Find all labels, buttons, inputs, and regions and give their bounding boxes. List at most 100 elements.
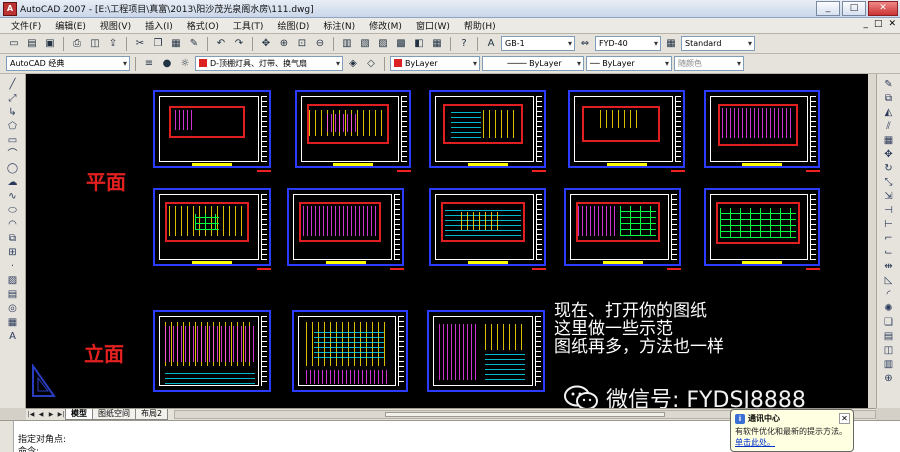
publish-icon[interactable]: ⇪ (105, 36, 121, 52)
dim-style-select[interactable]: FYD-40 (595, 36, 661, 51)
properties-icon[interactable]: ▤ (881, 330, 897, 343)
offset-icon[interactable]: ⫽ (881, 120, 897, 133)
layer-manager-icon[interactable]: ≡ (141, 56, 157, 72)
trim-icon[interactable]: ⊣ (881, 204, 897, 217)
circle-icon[interactable]: ◯ (5, 162, 21, 175)
point-icon[interactable]: · (5, 260, 21, 273)
properties-palette-icon[interactable]: ▥ (339, 36, 355, 52)
break-icon[interactable]: ⌙ (881, 246, 897, 259)
join-icon[interactable]: ⇹ (881, 260, 897, 273)
drawing-sheet[interactable] (429, 188, 546, 266)
drawing-sheet[interactable] (564, 188, 681, 266)
first-tab-button[interactable]: |◀ (26, 410, 36, 420)
autocad-app-icon[interactable]: A (3, 1, 17, 16)
menu-dimension[interactable]: 标注(N) (316, 19, 362, 32)
design-center-icon[interactable]: ▧ (357, 36, 373, 52)
drawing-sheet[interactable] (153, 90, 271, 168)
extend-icon[interactable]: ⊢ (881, 218, 897, 231)
calculator-icon[interactable]: ▦ (429, 36, 445, 52)
revcloud-icon[interactable]: ☁ (5, 176, 21, 189)
drawing-sheet[interactable] (704, 90, 820, 168)
open-file-icon[interactable]: ▤ (24, 36, 40, 52)
pan-icon[interactable]: ✥ (258, 36, 274, 52)
rotate-icon[interactable]: ↻ (881, 162, 897, 175)
menu-draw[interactable]: 绘图(D) (270, 19, 316, 32)
minimize-button[interactable]: _ (816, 1, 840, 16)
doc-restore-button[interactable]: □ (874, 19, 883, 29)
copy-clip-icon[interactable]: ❐ (150, 36, 166, 52)
menu-insert[interactable]: 插入(I) (138, 19, 180, 32)
rectangle-icon[interactable]: ▭ (5, 134, 21, 147)
menu-modify[interactable]: 修改(M) (362, 19, 409, 32)
chamfer-icon[interactable]: ◺ (881, 274, 897, 287)
doc-minimize-button[interactable]: _ (863, 19, 868, 29)
break-point-icon[interactable]: ⌐ (881, 232, 897, 245)
maximize-button[interactable]: □ (842, 1, 866, 16)
zoom-realtime-icon[interactable]: ⊕ (276, 36, 292, 52)
layer-icon[interactable]: ◫ (881, 344, 897, 357)
stretch-icon[interactable]: ⇲ (881, 190, 897, 203)
drawing-sheet[interactable] (287, 188, 404, 266)
next-tab-button[interactable]: ▶ (46, 410, 56, 420)
drawing-sheet[interactable] (292, 310, 408, 392)
polyline-icon[interactable]: ↳ (5, 106, 21, 119)
balloon-link[interactable]: 单击此处。 (735, 437, 849, 448)
drawing-sheet[interactable] (568, 90, 685, 168)
command-prompt[interactable]: 命令: (18, 444, 39, 452)
drawing-sheet[interactable] (153, 188, 271, 266)
color-select[interactable]: ByLayer (390, 56, 480, 71)
balloon-close-button[interactable]: ✕ (839, 413, 850, 424)
markup-icon[interactable]: ◧ (411, 36, 427, 52)
zoom-previous-icon[interactable]: ⊖ (312, 36, 328, 52)
save-icon[interactable]: ▣ (42, 36, 58, 52)
copy-icon[interactable]: ⧉ (881, 92, 897, 105)
cut-icon[interactable]: ✂ (132, 36, 148, 52)
scale-icon[interactable]: ⤡ (881, 176, 897, 189)
layer-select[interactable]: D-顶棚灯具、灯带、换气扇 (195, 56, 343, 71)
plot-icon[interactable]: ⎙ (69, 36, 85, 52)
drawing-canvas[interactable]: 平面 立面 现在、打开你的图纸 这里做一些示范 图纸再多，方法也一样 微信号: … (26, 74, 878, 408)
draworder-icon[interactable]: ❏ (881, 316, 897, 329)
ellipse-icon[interactable]: ⬭ (5, 204, 21, 217)
match-properties-icon[interactable]: ✎ (186, 36, 202, 52)
make-block-icon[interactable]: ⊞ (5, 246, 21, 259)
ellipse-arc-icon[interactable]: ◠ (5, 218, 21, 231)
hatch-icon[interactable]: ▨ (5, 274, 21, 287)
drawing-sheet[interactable] (427, 310, 545, 392)
help-icon[interactable]: ? (456, 36, 472, 52)
vertical-scrollbar[interactable] (868, 74, 876, 408)
plot-preview-icon[interactable]: ◫ (87, 36, 103, 52)
tab-paper-space[interactable]: 图纸空间 (92, 409, 136, 420)
drawing-sheet[interactable] (429, 90, 546, 168)
erase-icon[interactable]: ✎ (881, 78, 897, 91)
redo-icon[interactable]: ↷ (231, 36, 247, 52)
lineweight-select[interactable]: ── ByLayer (586, 56, 672, 71)
command-grip[interactable] (0, 421, 14, 452)
table-icon[interactable]: ▦ (5, 316, 21, 329)
region-icon[interactable]: ◎ (5, 302, 21, 315)
linetype-select[interactable]: ──── ByLayer (482, 56, 584, 71)
paste-icon[interactable]: ▦ (168, 36, 184, 52)
gradient-icon[interactable]: ▤ (5, 288, 21, 301)
menu-view[interactable]: 视图(V) (93, 19, 138, 32)
close-button[interactable]: ✕ (868, 1, 898, 16)
drawing-sheet[interactable] (153, 310, 271, 392)
undo-icon[interactable]: ↶ (213, 36, 229, 52)
drawing-sheet[interactable] (295, 90, 411, 168)
workspace-select[interactable]: AutoCAD 经典 (6, 56, 130, 71)
mtext-icon[interactable]: A (5, 330, 21, 343)
scroll-thumb[interactable] (385, 412, 666, 417)
layer-previous-icon[interactable]: ◇ (363, 56, 379, 72)
insert-block-icon[interactable]: ⧉ (5, 232, 21, 245)
tab-layout2[interactable]: 布局2 (135, 409, 169, 420)
match-icon[interactable]: ▥ (881, 358, 897, 371)
text-style-select[interactable]: GB-1 (501, 36, 575, 51)
zoom-window-icon[interactable]: ⊡ (294, 36, 310, 52)
sheet-set-icon[interactable]: ▩ (393, 36, 409, 52)
menu-edit[interactable]: 编辑(E) (48, 19, 93, 32)
plot-style-select[interactable]: 随颜色 (674, 56, 744, 71)
new-file-icon[interactable]: ▭ (6, 36, 22, 52)
construction-line-icon[interactable]: ⤢ (5, 92, 21, 105)
polygon-icon[interactable]: ⬠ (5, 120, 21, 133)
make-current-layer-icon[interactable]: ◈ (345, 56, 361, 72)
